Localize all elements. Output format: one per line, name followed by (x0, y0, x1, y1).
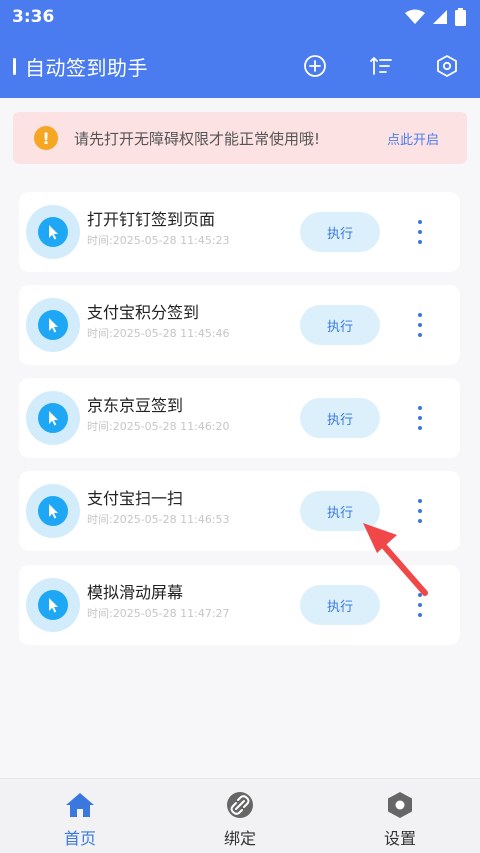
task-name: 模拟滑动屏幕 (87, 583, 184, 602)
system-icons (405, 8, 466, 26)
cursor-icon (49, 598, 58, 613)
status-time: 3:36 (12, 7, 55, 27)
task-avatar (26, 205, 80, 259)
permission-banner: ! 请先打开无障碍权限才能正常使用哦! 点此开启 (13, 112, 467, 164)
task-time: 时间:2025-05-28 11:45:46 (87, 327, 230, 340)
banner-message: 请先打开无障碍权限才能正常使用哦! (74, 129, 321, 148)
enable-permission-link[interactable]: 点此开启 (387, 129, 439, 148)
cursor-icon (49, 318, 58, 333)
task-card[interactable]: 支付宝积分签到 时间:2025-05-28 11:45:46 执行 (19, 285, 460, 365)
task-time: 时间:2025-05-28 11:47:27 (87, 607, 230, 620)
task-card[interactable]: 打开钉钉签到页面 时间:2025-05-28 11:45:23 执行 (19, 192, 460, 272)
task-name: 打开钉钉签到页面 (87, 210, 216, 229)
sort-button[interactable] (348, 34, 414, 98)
settings-icon (388, 792, 412, 818)
task-time: 时间:2025-05-28 11:45:23 (87, 234, 230, 247)
task-name: 支付宝积分签到 (87, 303, 200, 322)
task-avatar (26, 298, 80, 352)
tab-label: 设置 (383, 829, 416, 848)
cell-signal-icon (433, 10, 447, 24)
warning-icon: ! (34, 126, 58, 150)
add-task-button[interactable] (282, 34, 348, 98)
app-bar: 自动签到助手 (0, 34, 480, 98)
tab-label: 绑定 (223, 829, 256, 848)
more-options-icon[interactable] (407, 400, 433, 436)
tab-label: 首页 (63, 829, 96, 848)
task-time: 时间:2025-05-28 11:46:20 (87, 420, 230, 433)
sort-icon (370, 57, 392, 75)
task-avatar (26, 391, 80, 445)
tab-bind[interactable]: 绑定 (160, 779, 320, 853)
title-marker (13, 57, 16, 75)
task-name: 京东京豆签到 (87, 396, 184, 415)
hexagon-settings-icon (437, 55, 457, 77)
execute-button[interactable]: 执行 (300, 212, 380, 252)
task-avatar (26, 484, 80, 538)
execute-button[interactable]: 执行 (300, 305, 380, 345)
task-card[interactable]: 京东京豆签到 时间:2025-05-28 11:46:20 执行 (19, 378, 460, 458)
page-title: 自动签到助手 (25, 55, 148, 80)
task-avatar (26, 578, 80, 632)
app-bar-actions (282, 34, 480, 98)
more-options-icon[interactable] (407, 214, 433, 250)
execute-button[interactable]: 执行 (300, 398, 380, 438)
battery-icon (455, 8, 466, 26)
add-circle-icon (304, 55, 326, 77)
task-time: 时间:2025-05-28 11:46:53 (87, 513, 230, 526)
tab-home[interactable]: 首页 (0, 779, 160, 853)
annotation-arrow-icon (363, 523, 428, 596)
task-name: 支付宝扫一扫 (87, 489, 184, 508)
cursor-icon (49, 504, 58, 519)
link-icon (227, 792, 253, 818)
cursor-icon (49, 225, 58, 240)
bottom-tab-bar: 首页 绑定 设置 (0, 778, 480, 853)
more-options-icon[interactable] (407, 307, 433, 343)
wifi-icon (405, 9, 425, 24)
status-bar: 3:36 (0, 0, 480, 34)
settings-button[interactable] (414, 34, 480, 98)
home-icon (66, 793, 94, 817)
cursor-icon (49, 411, 58, 426)
tab-settings[interactable]: 设置 (320, 779, 480, 853)
